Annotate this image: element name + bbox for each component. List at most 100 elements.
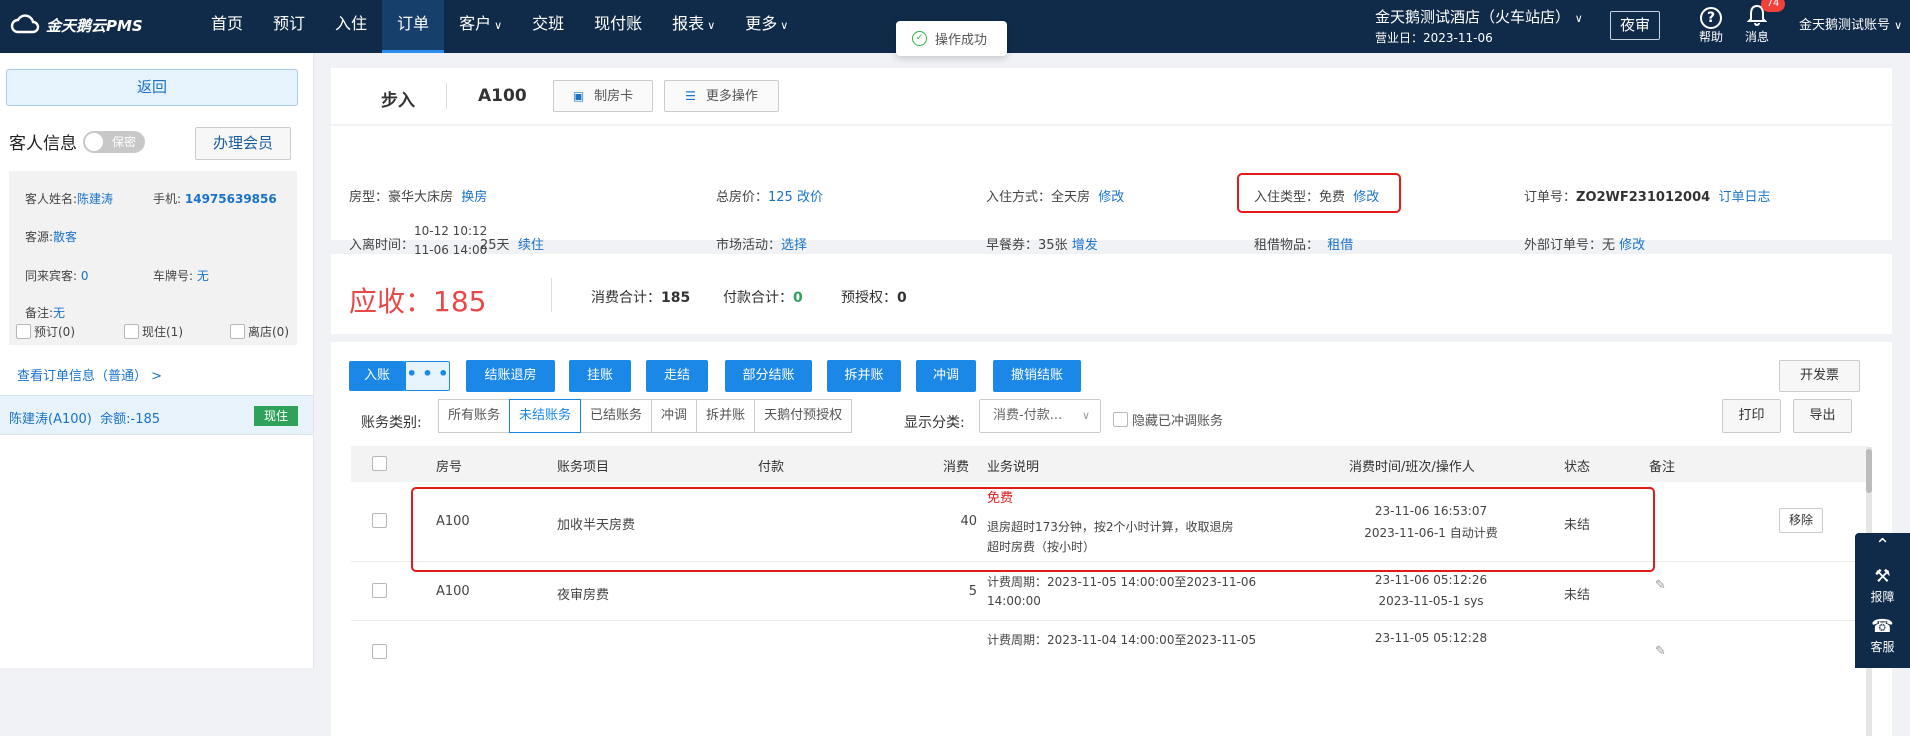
segment-preauth[interactable]: 天鹅付预授权	[754, 399, 853, 433]
guest-list-item[interactable]: 陈建涛(A100) 余额:-185 现住	[0, 395, 313, 435]
segment-all[interactable]: 所有账务	[438, 399, 511, 433]
edit-checkin-method-link[interactable]: 修改	[1098, 190, 1124, 205]
segment-split-merge[interactable]: 拆并账	[696, 399, 756, 433]
nav-customers[interactable]: 客户 ∨	[444, 0, 517, 53]
checkout-button[interactable]: 结账退房	[466, 360, 555, 392]
post-charge-button[interactable]: 入账	[349, 361, 405, 391]
consume-value: 185	[661, 290, 691, 306]
more-operations-button[interactable]: ☰ 更多操作	[664, 80, 779, 112]
companions-label: 同来宾客:	[25, 269, 78, 283]
edit-remark-icon[interactable]: ✎	[1655, 644, 1666, 659]
help-glyph: ?	[1700, 7, 1722, 29]
nav-checkin[interactable]: 入住	[320, 0, 382, 53]
table-row[interactable]: A100 夜审房费 5 计费周期：2023-11-05 14:00:00至202…	[351, 563, 1869, 621]
nav-cash-account[interactable]: 现付账	[579, 0, 657, 53]
night-audit-button[interactable]: 夜审	[1610, 11, 1660, 40]
issue-invoice-button[interactable]: 开发票	[1779, 360, 1860, 392]
hide-reversed-checkbox[interactable]	[1113, 412, 1128, 427]
filter-reserved[interactable]: 预订(0)	[16, 323, 75, 340]
staying-checkbox[interactable]	[124, 324, 139, 339]
guest-name-row: 客人姓名:陈建涛	[25, 190, 113, 207]
hang-account-button[interactable]: 挂账	[569, 360, 631, 392]
select-all-checkbox[interactable]	[372, 456, 387, 471]
scrollbar-thumb[interactable]	[1866, 449, 1872, 493]
walk-settle-button[interactable]: 走结	[646, 360, 708, 392]
market-field: 市场活动：选择	[716, 234, 807, 253]
row-checkbox[interactable]	[372, 644, 387, 659]
nav-booking[interactable]: 预订	[258, 0, 320, 53]
source-label: 客源:	[25, 230, 54, 244]
nav-orders[interactable]: 订单	[382, 0, 445, 53]
total-price-value: 125	[768, 190, 793, 205]
customer-service-button[interactable]: ☎ 客服	[1855, 616, 1910, 655]
report-issue-button[interactable]: ⚒ 报障	[1855, 566, 1910, 605]
remove-button[interactable]: 移除	[1779, 508, 1823, 533]
order-log-link[interactable]: 订单日志	[1718, 190, 1770, 205]
breakfast-add-link[interactable]: 增发	[1072, 238, 1098, 253]
nav-shift[interactable]: 交班	[517, 0, 579, 53]
category-label: 账务类别:	[361, 415, 422, 431]
market-select-link[interactable]: 选择	[781, 238, 807, 253]
table-row[interactable]: 计费周期：2023-11-04 14:00:00至2023-11-05 23-1…	[351, 622, 1869, 662]
filter-staying[interactable]: 现住(1)	[124, 323, 183, 340]
nav-reports[interactable]: 报表 ∨	[657, 0, 730, 53]
help-button[interactable]: ? 帮助	[1691, 2, 1731, 45]
row-checkbox[interactable]	[372, 513, 387, 528]
app-logo[interactable]: 金天鹅云PMS	[10, 14, 143, 36]
print-button[interactable]: 打印	[1722, 399, 1781, 433]
floating-service-bar: ⌃ ⚒ 报障 ☎ 客服	[1855, 533, 1910, 668]
secret-toggle[interactable]: 保密	[83, 131, 145, 153]
plate-label: 车牌号:	[153, 269, 194, 283]
help-label: 帮助	[1698, 30, 1723, 44]
external-order-field: 外部订单号：无 修改	[1524, 234, 1645, 253]
nav-orders-label: 订单	[397, 14, 430, 33]
undo-checkout-button[interactable]: 撤销结账	[993, 360, 1081, 392]
extend-stay-link[interactable]: 续住	[518, 238, 544, 253]
nav-home[interactable]: 首页	[196, 0, 258, 53]
partial-checkout-button[interactable]: 部分结账	[725, 360, 812, 392]
segment-settled[interactable]: 已结账务	[580, 399, 653, 433]
edit-remark-icon[interactable]: ✎	[1655, 578, 1666, 593]
row-shift-operator: 2023-11-05-1 sys	[1378, 594, 1484, 608]
segment-unsettled[interactable]: 未结账务	[509, 399, 582, 433]
hide-reversed-filter[interactable]: 隐藏已冲调账务	[1113, 410, 1223, 429]
edit-external-order-link[interactable]: 修改	[1619, 238, 1645, 253]
account-name: 金天鹅测试账号	[1799, 18, 1891, 33]
account-menu[interactable]: 金天鹅测试账号 ∨	[1799, 14, 1902, 33]
companions-value: 0	[80, 269, 89, 283]
ledger-table-header: 房号 账务项目 付款 消费 业务说明 消费时间/班次/操作人 状态 备注	[351, 446, 1869, 482]
hotel-selector[interactable]: 金天鹅测试酒店（火车站店） ∨	[1375, 6, 1583, 27]
nav-more[interactable]: 更多 ∨	[730, 0, 803, 53]
make-room-card-button[interactable]: ▣ 制房卡	[553, 80, 653, 112]
col-time-shift-operator: 消费时间/班次/操作人	[1349, 460, 1475, 475]
ledger-panel: 入账 • • • 结账退房 挂账 走结 部分结账 拆并账 冲调 撤销结账 开发票…	[331, 342, 1892, 736]
companions-row: 同来宾客: 0	[25, 267, 89, 284]
nav-cash-account-label: 现付账	[594, 14, 643, 33]
departed-checkbox[interactable]	[230, 324, 245, 339]
messages-button[interactable]: 消息 74	[1737, 0, 1785, 45]
post-more-dropdown[interactable]: • • •	[405, 361, 450, 391]
reserved-checkbox[interactable]	[16, 324, 31, 339]
filter-departed[interactable]: 离店(0)	[230, 323, 289, 340]
segment-adjusted[interactable]: 冲调	[651, 399, 698, 433]
adjust-button[interactable]: 冲调	[916, 360, 976, 392]
chevron-down-icon: ∨	[1574, 12, 1583, 25]
display-category-select[interactable]: 消费-付款... ∨	[979, 399, 1101, 433]
change-room-link[interactable]: 换房	[461, 190, 487, 205]
nights-value: 25天	[480, 238, 510, 253]
help-icon: ?	[1691, 2, 1731, 29]
split-merge-button[interactable]: 拆并账	[827, 360, 901, 392]
nav-checkin-label: 入住	[335, 14, 368, 33]
back-button[interactable]: 返回	[6, 69, 298, 106]
register-member-button[interactable]: 办理会员	[195, 127, 291, 160]
rental-link[interactable]: 租借	[1327, 238, 1353, 253]
view-order-info-link[interactable]: 查看订单信息（普通） >	[17, 365, 162, 384]
change-price-link[interactable]: 改价	[797, 190, 823, 205]
row-time: 23-11-06 05:12:26	[1374, 573, 1488, 587]
total-price-field: 总房价：125 改价	[716, 186, 823, 205]
nav-home-label: 首页	[211, 14, 244, 33]
guest-name-value[interactable]: 陈建涛	[77, 192, 113, 206]
scroll-top-button[interactable]: ⌃	[1855, 535, 1910, 557]
row-checkbox[interactable]	[372, 583, 387, 598]
export-button[interactable]: 导出	[1793, 399, 1852, 433]
